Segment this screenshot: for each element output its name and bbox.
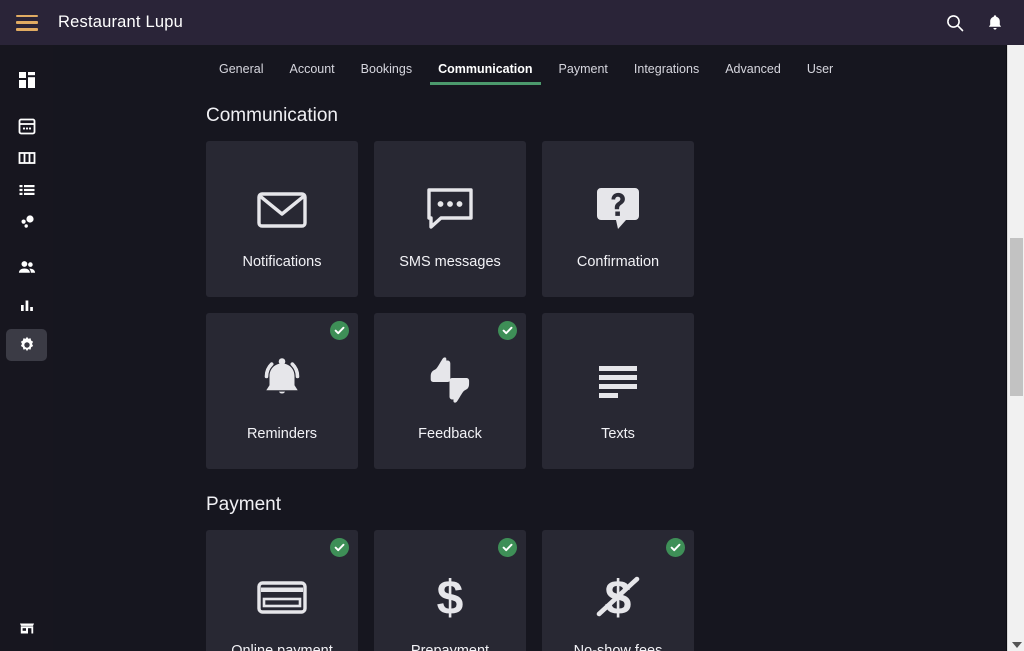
card-confirmation[interactable]: Confirmation (542, 141, 694, 297)
tab-communication[interactable]: Communication (425, 62, 545, 86)
card-no-show-fees[interactable]: $ No-show fees (542, 530, 694, 651)
tab-user[interactable]: User (794, 62, 846, 86)
search-icon[interactable] (944, 12, 966, 34)
alarm-bell-icon (251, 344, 313, 416)
card-label: Feedback (418, 426, 482, 443)
hamburger-icon[interactable] (16, 14, 38, 31)
text-lines-icon (587, 344, 649, 416)
sidebar-item-board[interactable] (6, 142, 47, 174)
dollar-slash-icon: $ (587, 561, 649, 633)
chat-bubble-dots-icon (419, 172, 481, 244)
sidebar-item-venue[interactable] (6, 611, 47, 643)
tab-advanced[interactable]: Advanced (712, 62, 794, 86)
status-badge-enabled (666, 538, 685, 557)
tab-bookings[interactable]: Bookings (348, 62, 425, 86)
tab-general[interactable]: General (206, 62, 276, 86)
top-bar-actions (944, 12, 1006, 34)
payment-card-grid: Online payment $ Prepayment $ No-show fe (206, 530, 846, 651)
envelope-icon (251, 172, 313, 244)
tab-payment[interactable]: Payment (546, 62, 621, 86)
thumbs-icon (419, 344, 481, 416)
question-bubble-icon (587, 172, 649, 244)
card-label: Reminders (246, 426, 318, 443)
status-badge-enabled (498, 538, 517, 557)
tab-account[interactable]: Account (276, 62, 347, 86)
card-notifications[interactable]: Notifications (206, 141, 358, 297)
communication-card-grid: Notifications SMS messages Confirmation (206, 141, 846, 469)
bell-icon[interactable] (984, 12, 1006, 34)
scrollbar-thumb[interactable] (1010, 238, 1023, 396)
card-online-payment[interactable]: Online payment (206, 530, 358, 651)
settings-content: General Account Bookings Communication P… (53, 45, 1006, 651)
vertical-scrollbar[interactable] (1007, 45, 1024, 651)
card-sms-messages[interactable]: SMS messages (374, 141, 526, 297)
settings-tabs: General Account Bookings Communication P… (53, 45, 1006, 85)
section-title-payment: Payment (206, 494, 281, 515)
app-title: Restaurant Lupu (58, 13, 184, 31)
card-reminders[interactable]: Reminders (206, 313, 358, 469)
section-title-communication: Communication (206, 105, 338, 126)
card-label: Online payment (225, 643, 339, 651)
card-feedback[interactable]: Feedback (374, 313, 526, 469)
sidebar-item-settings[interactable] (6, 329, 47, 361)
card-label: Confirmation (576, 254, 660, 271)
card-label: Notifications (242, 254, 322, 271)
card-label: Texts (601, 426, 635, 443)
app-window: Restaurant Lupu General Account Bookings… (0, 0, 1024, 651)
sidebar-item-tables[interactable] (6, 206, 47, 238)
card-label: Prepayment (405, 643, 495, 651)
card-prepayment[interactable]: $ Prepayment (374, 530, 526, 651)
card-label: No-show fees (568, 643, 669, 651)
sidebar-item-statistics[interactable] (6, 289, 47, 321)
dollar-icon: $ (419, 561, 481, 633)
card-label: SMS messages (399, 254, 501, 271)
svg-text:$: $ (437, 572, 464, 625)
credit-card-icon (251, 561, 313, 633)
status-badge-enabled (330, 538, 349, 557)
status-badge-enabled (498, 321, 517, 340)
scroll-down-arrow-icon[interactable] (1012, 642, 1022, 648)
card-texts[interactable]: Texts (542, 313, 694, 469)
top-bar: Restaurant Lupu (0, 0, 1024, 45)
sidebar-item-dashboard[interactable] (6, 64, 47, 96)
tab-integrations[interactable]: Integrations (621, 62, 712, 86)
sidebar (0, 45, 53, 651)
sidebar-item-calendar[interactable] (6, 110, 47, 142)
status-badge-enabled (330, 321, 349, 340)
sidebar-item-list[interactable] (6, 174, 47, 206)
sidebar-item-guests[interactable] (6, 251, 47, 283)
